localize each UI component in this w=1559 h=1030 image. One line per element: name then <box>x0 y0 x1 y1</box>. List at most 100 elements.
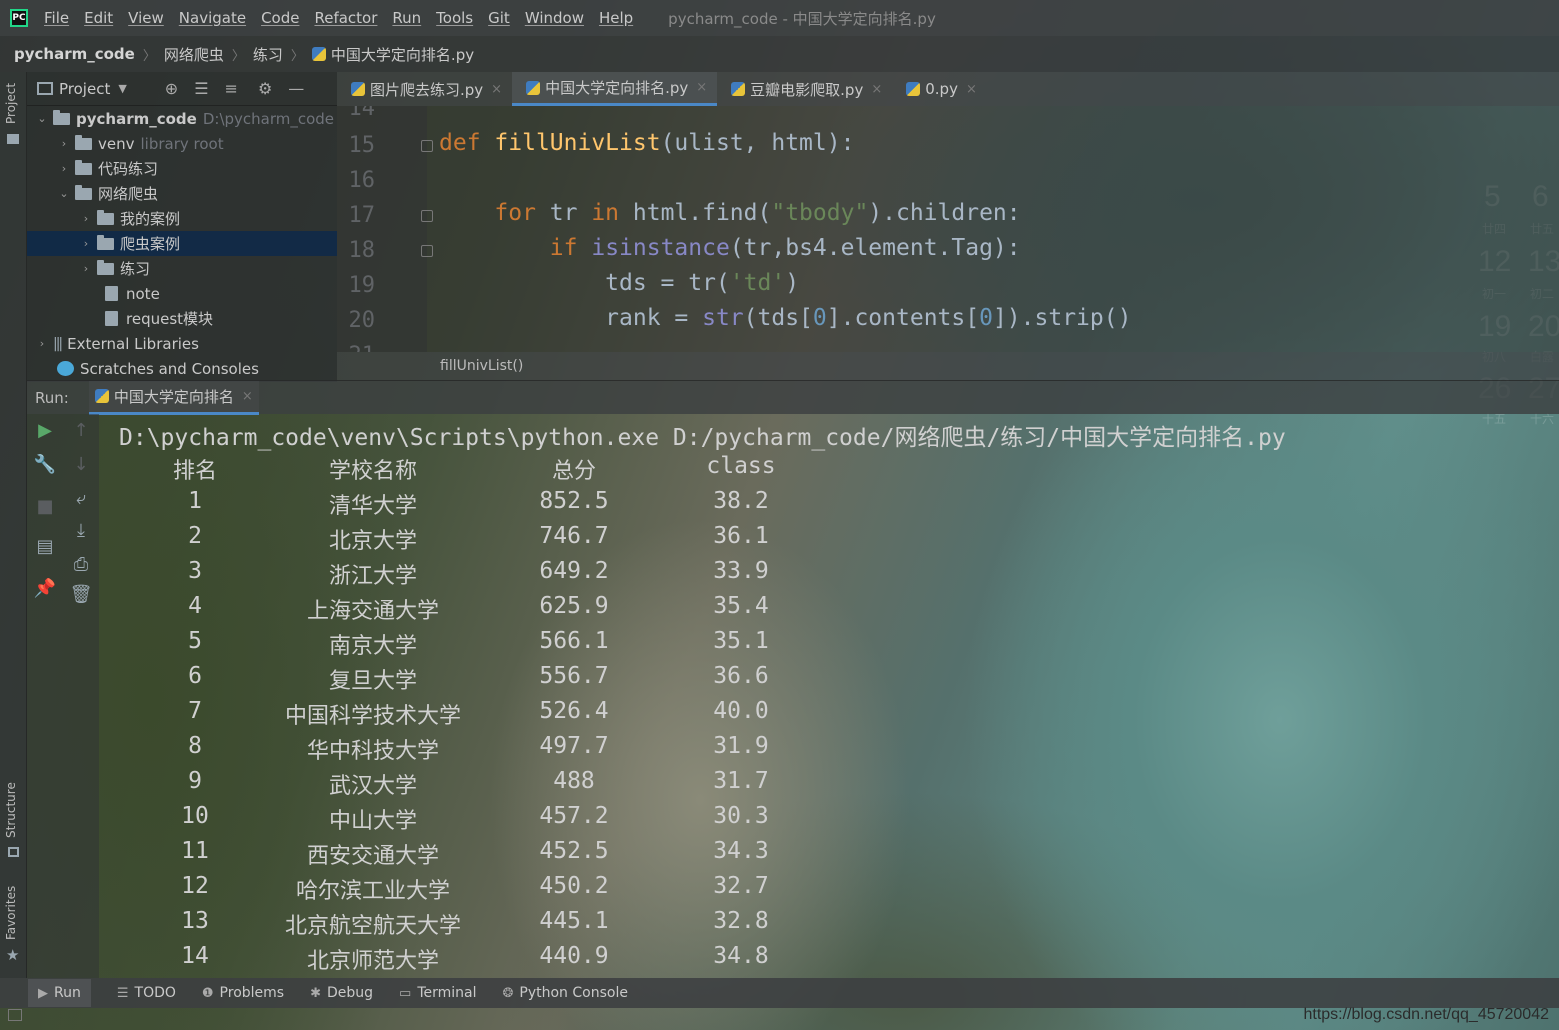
breadcrumb-folder-practice[interactable]: 练习 <box>253 44 283 65</box>
run-label: Run: <box>35 388 69 407</box>
locate-file-icon[interactable]: ⊕ <box>165 79 178 98</box>
code-token: (ulist, html): <box>660 130 855 156</box>
breadcrumb-project[interactable]: pycharm_code <box>14 45 135 63</box>
breadcrumb-folder-spider[interactable]: 网络爬虫 <box>164 44 224 65</box>
menu-file[interactable]: File <box>44 9 69 27</box>
line-number: 16 <box>348 168 376 193</box>
tree-item-web-spider[interactable]: ⌄ 网络爬虫 <box>27 181 337 206</box>
folder-icon <box>97 259 114 275</box>
console-cell: 31.7 <box>713 768 769 794</box>
tree-item-practice[interactable]: › 练习 <box>27 256 337 281</box>
tool-tab-python-console[interactable]: ❂ Python Console <box>503 985 628 1001</box>
menu-help[interactable]: Help <box>599 9 633 27</box>
tree-item-label: 代码练习 <box>98 160 159 178</box>
tab-university-ranking[interactable]: 中国大学定向排名.py × <box>512 72 718 106</box>
run-config-tab[interactable]: 中国大学定向排名 × <box>88 380 259 415</box>
tree-item-venv[interactable]: › venv library root <box>27 131 337 156</box>
console-cell: 36.1 <box>713 523 769 549</box>
toggle-tool-windows-icon[interactable] <box>8 1009 22 1021</box>
tool-tab-todo[interactable]: ☰ TODO <box>117 985 176 1001</box>
gear-icon[interactable]: ⚙ <box>258 79 272 98</box>
breadcrumb-file[interactable]: 中国大学定向排名.py <box>331 44 474 65</box>
menu-tools[interactable]: Tools <box>436 9 473 27</box>
python-file-icon <box>906 82 921 96</box>
tool-tab-debug[interactable]: ✱ Debug <box>310 985 373 1001</box>
code-token: ].contents[ <box>826 305 980 331</box>
tree-item-label: 我的案例 <box>120 210 181 228</box>
run-console-output[interactable]: D:\pycharm_code\venv\Scripts\python.exe … <box>99 414 1559 978</box>
fold-marker-icon[interactable] <box>421 210 433 222</box>
project-view-selector[interactable]: Project <box>59 80 110 98</box>
layout-icon[interactable]: ▤ <box>33 536 57 557</box>
editor-breadcrumb-function[interactable]: fillUnivList() <box>440 358 523 374</box>
tree-item-scratches[interactable]: Scratches and Consoles <box>27 356 337 381</box>
menu-navigate[interactable]: Navigate <box>179 9 246 27</box>
chevron-right-icon[interactable]: › <box>35 337 49 350</box>
tree-item-request-module[interactable]: request模块 <box>27 306 337 331</box>
tab-image-spider[interactable]: 图片爬去练习.py × <box>337 72 512 106</box>
console-cell: 34.3 <box>713 838 769 864</box>
tree-item-external-libraries[interactable]: › ||| External Libraries <box>27 331 337 356</box>
chevron-down-icon[interactable]: ⌄ <box>57 187 71 200</box>
chevron-right-icon[interactable]: › <box>79 237 93 250</box>
python-file-icon <box>526 80 541 95</box>
navigation-breadcrumb: pycharm_code 〉 网络爬虫 〉 练习 〉 中国大学定向排名.py <box>0 36 1559 72</box>
trash-icon[interactable]: 🗑 <box>69 584 93 605</box>
scroll-to-end-icon[interactable]: ⤓ <box>69 520 93 541</box>
print-icon[interactable]: ⎙ <box>69 554 93 575</box>
tab-douban-movies[interactable]: 豆瓣电影爬取.py × <box>717 72 892 106</box>
chevron-down-icon[interactable]: ⌄ <box>35 112 49 125</box>
scratches-icon <box>57 361 74 376</box>
expand-all-icon[interactable]: ☰ <box>194 79 208 98</box>
python-file-icon <box>351 82 365 96</box>
close-icon[interactable]: × <box>966 82 977 97</box>
stop-icon[interactable]: ■ <box>33 496 57 517</box>
close-icon[interactable]: × <box>242 389 253 404</box>
close-icon[interactable]: × <box>491 82 502 97</box>
tool-tab-label: TODO <box>134 985 176 1001</box>
side-tab-project[interactable]: Project <box>4 83 18 124</box>
rerun-icon[interactable]: ▶ <box>33 420 57 441</box>
tree-item-note[interactable]: note <box>27 281 337 306</box>
library-icon: ||| <box>53 335 63 352</box>
console-cell: 34.8 <box>713 943 769 969</box>
side-tab-structure[interactable]: Structure <box>4 782 18 838</box>
chevron-right-icon[interactable]: › <box>79 262 93 275</box>
side-tab-favorites[interactable]: Favorites <box>4 886 18 940</box>
tab-0-py[interactable]: 0.py × <box>892 72 987 106</box>
chevron-right-icon[interactable]: › <box>57 162 71 175</box>
fold-marker-icon[interactable] <box>421 245 433 257</box>
tree-item-pycharm-code[interactable]: ⌄ pycharm_code D:\pycharm_code <box>27 106 337 131</box>
hide-panel-icon[interactable]: — <box>288 79 304 98</box>
console-cell: 中山大学 <box>328 809 417 834</box>
menu-window[interactable]: Window <box>525 9 584 27</box>
dropdown-arrow-icon[interactable]: ▼ <box>118 82 126 95</box>
star-icon: ★ <box>6 946 20 964</box>
tree-item-my-cases[interactable]: › 我的案例 <box>27 206 337 231</box>
pin-icon[interactable]: 📌 <box>33 578 57 599</box>
console-cell: 35.4 <box>713 593 769 619</box>
console-cell: 中国科学技术大学 <box>284 704 461 729</box>
close-icon[interactable]: × <box>696 80 707 95</box>
down-arrow-icon[interactable]: ↓ <box>69 454 93 475</box>
menu-git[interactable]: Git <box>488 9 510 27</box>
tree-item-label: pycharm_code <box>76 109 197 128</box>
menu-run[interactable]: Run <box>392 9 421 27</box>
code-editor[interactable]: 14 15 16 17 18 19 20 21 def fillUnivList… <box>337 106 1559 352</box>
close-icon[interactable]: × <box>871 82 882 97</box>
collapse-all-icon[interactable]: ≡ <box>225 79 238 98</box>
menu-refactor[interactable]: Refactor <box>314 9 377 27</box>
chevron-right-icon[interactable]: › <box>57 137 71 150</box>
fold-marker-icon[interactable] <box>421 140 433 152</box>
menu-edit[interactable]: Edit <box>84 9 113 27</box>
soft-wrap-icon[interactable]: ⤶ <box>69 488 93 509</box>
menu-view[interactable]: View <box>128 9 164 27</box>
tool-tab-terminal[interactable]: ▭ Terminal <box>399 985 476 1001</box>
up-arrow-icon[interactable]: ↑ <box>69 420 93 441</box>
chevron-right-icon[interactable]: › <box>79 212 93 225</box>
tool-tab-problems[interactable]: ❶ Problems <box>202 985 284 1001</box>
wrench-icon[interactable]: 🔧 <box>33 454 57 475</box>
menu-code[interactable]: Code <box>261 9 299 27</box>
tree-item-spider-cases[interactable]: › 爬虫案例 <box>27 231 337 256</box>
tree-item-code-practice[interactable]: › 代码练习 <box>27 156 337 181</box>
